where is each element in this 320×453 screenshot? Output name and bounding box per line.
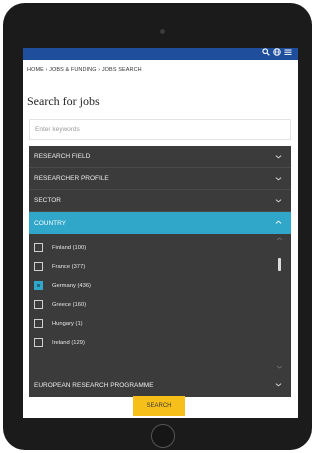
- filter-research-field[interactable]: RESEARCH FIELD: [29, 146, 291, 168]
- filter-label: SECTOR: [34, 197, 61, 204]
- filter-label: RESEARCH FIELD: [34, 153, 91, 160]
- checkbox[interactable]: [34, 300, 43, 309]
- filter-label: EUROPEAN RESEARCH PROGRAMME: [34, 382, 154, 389]
- chevron-down-icon: [275, 383, 282, 387]
- country-option[interactable]: France (377): [29, 257, 291, 276]
- chevron-down-icon: [275, 177, 282, 181]
- checkbox[interactable]: [34, 338, 43, 347]
- menu-icon[interactable]: [283, 48, 292, 58]
- scroll-down-icon[interactable]: [276, 364, 283, 370]
- chevron-down-icon: [275, 199, 282, 203]
- screen: HOME › JOBS & FUNDING › JOBS SEARCH Sear…: [23, 48, 298, 418]
- chevron-down-icon: [275, 155, 282, 159]
- camera-dot: [160, 29, 165, 34]
- country-label: Hungary (1): [52, 320, 83, 327]
- filter-country[interactable]: COUNTRY: [29, 212, 291, 234]
- country-option[interactable]: Hungary (1): [29, 314, 291, 333]
- filter-label: RESEARCHER PROFILE: [34, 175, 109, 182]
- country-label: Greece (160): [52, 301, 87, 308]
- country-label: France (377): [52, 263, 86, 270]
- scrollbar-thumb[interactable]: [278, 258, 281, 271]
- scroll-up-icon[interactable]: [276, 236, 283, 242]
- country-option[interactable]: Ireland (129): [29, 333, 291, 352]
- checkbox[interactable]: [34, 319, 43, 328]
- globe-icon[interactable]: [272, 48, 281, 58]
- country-option[interactable]: Greece (160): [29, 295, 291, 314]
- chevron-up-icon: [275, 220, 282, 224]
- country-label: Ireland (129): [52, 339, 85, 346]
- search-icon[interactable]: [261, 48, 270, 58]
- home-button[interactable]: [151, 424, 175, 448]
- country-option[interactable]: Finland (100): [29, 238, 291, 257]
- country-list: Finland (100) France (377) Germany (436)…: [29, 234, 291, 374]
- filter-researcher-profile[interactable]: RESEARCHER PROFILE: [29, 168, 291, 190]
- search-input[interactable]: [29, 119, 291, 140]
- search-button[interactable]: SEARCH: [133, 396, 185, 416]
- filter-label: COUNTRY: [34, 219, 67, 227]
- breadcrumb[interactable]: HOME › JOBS & FUNDING › JOBS SEARCH: [27, 67, 142, 73]
- scrollbar[interactable]: [276, 236, 283, 370]
- checkbox[interactable]: [34, 262, 43, 271]
- top-header-bar: [23, 48, 298, 60]
- country-option[interactable]: Germany (436): [29, 276, 291, 295]
- country-label: Finland (100): [52, 244, 87, 251]
- checkbox-checked[interactable]: [34, 281, 43, 290]
- filter-sector[interactable]: SECTOR: [29, 190, 291, 212]
- country-label: Germany (436): [52, 282, 91, 289]
- page-title: Search for jobs: [27, 94, 100, 108]
- checkbox[interactable]: [34, 243, 43, 252]
- filter-european-programme[interactable]: EUROPEAN RESEARCH PROGRAMME: [29, 374, 291, 397]
- filter-panel: RESEARCH FIELD RESEARCHER PROFILE SECTOR…: [29, 146, 291, 397]
